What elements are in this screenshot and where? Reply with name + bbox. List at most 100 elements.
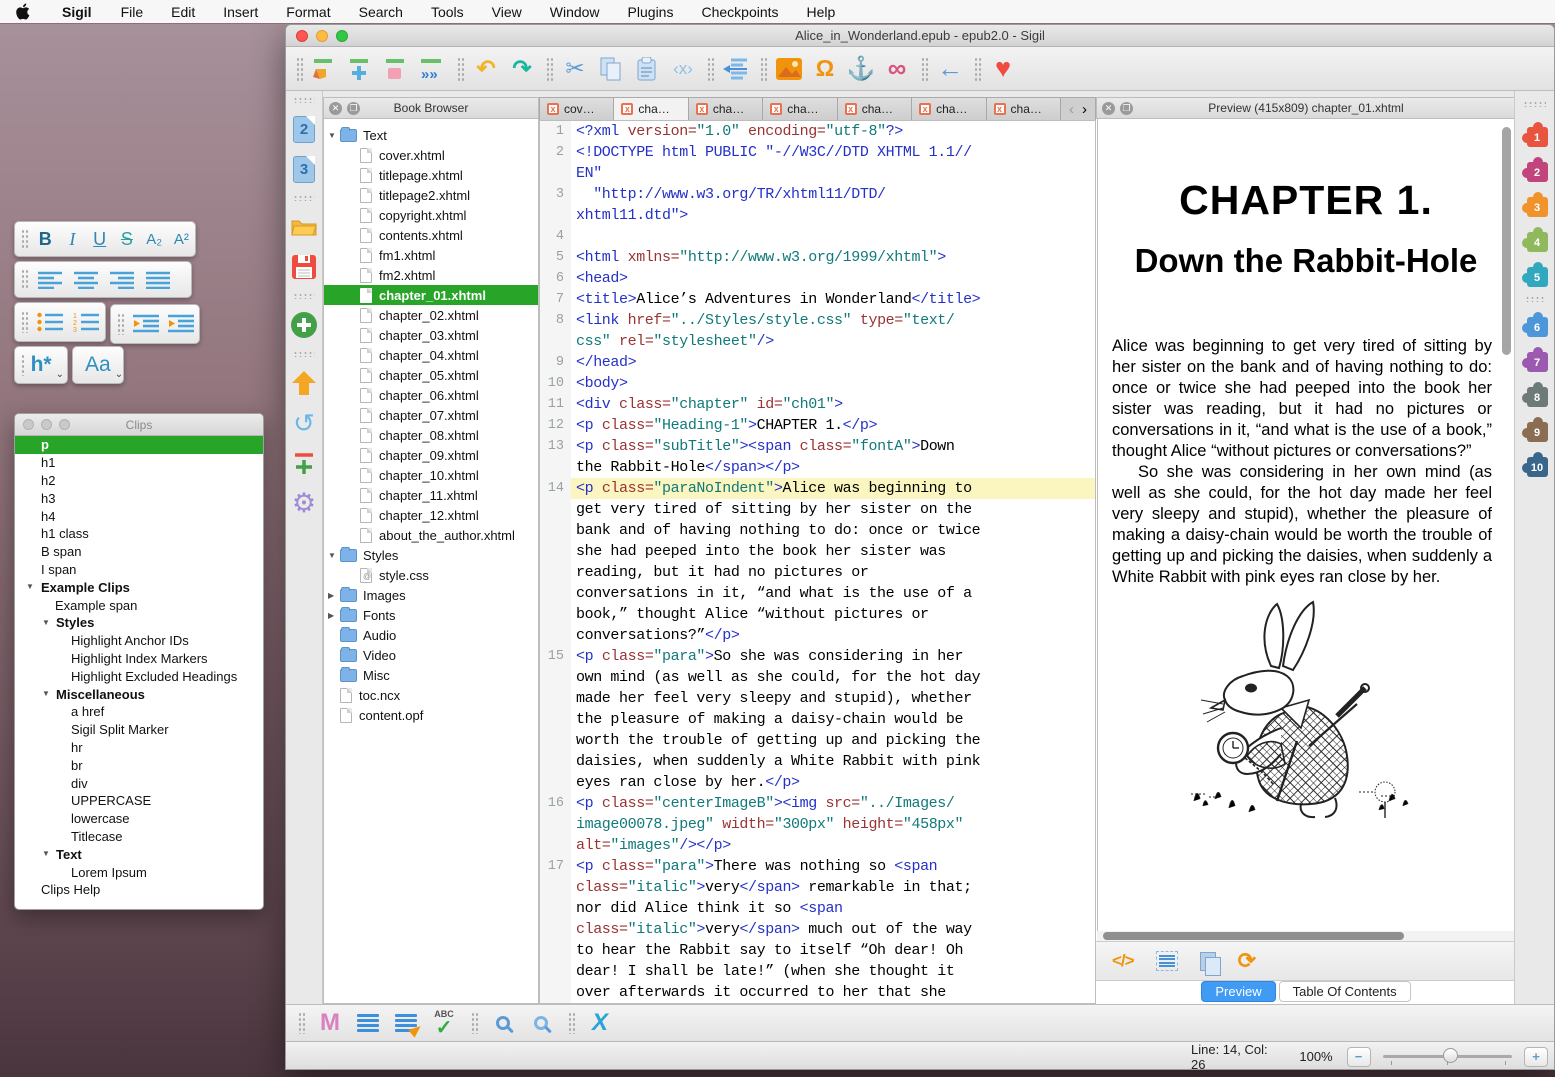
code-line[interactable]: the pleasure of making a daisy-chain wou… — [540, 709, 1095, 730]
drag-handle[interactable] — [298, 1012, 305, 1034]
book-browser-item[interactable]: copyright.xhtml — [324, 205, 538, 225]
book-browser-item[interactable]: fm1.xhtml — [324, 245, 538, 265]
code-line[interactable]: class="italic">very</span> much out of t… — [540, 919, 1095, 940]
code-line[interactable]: to hear the Rabbit say to itself “Oh dea… — [540, 940, 1095, 961]
drag-handle[interactable] — [293, 97, 315, 103]
numbered-list-button[interactable]: 123 — [68, 312, 104, 332]
clip-item[interactable]: h2 — [15, 472, 263, 490]
drag-handle[interactable] — [1525, 296, 1545, 302]
plugin-button-2[interactable]: 2 — [1520, 155, 1550, 183]
clip-item[interactable]: Lorem Ipsum — [15, 863, 263, 881]
drag-handle[interactable] — [293, 195, 315, 201]
preview-footer-tab[interactable]: Preview — [1201, 981, 1275, 1002]
code-line[interactable]: 9</head> — [540, 352, 1095, 373]
menu-file[interactable]: File — [107, 4, 158, 20]
code-line[interactable]: conversations in it, “and what is the us… — [540, 583, 1095, 604]
clip-item[interactable]: Highlight Index Markers — [15, 650, 263, 668]
code-line[interactable]: the Rabbit-Hole</span></p> — [540, 457, 1095, 478]
plugin-button-8[interactable]: 8 — [1520, 380, 1550, 408]
clip-item[interactable]: Titlecase — [15, 828, 263, 846]
back-icon[interactable]: ← — [932, 53, 968, 85]
code-line[interactable]: get very tired of sitting by her sister … — [540, 499, 1095, 520]
editor-tab[interactable]: xcha… — [689, 98, 763, 120]
validate-epub-icon[interactable]: X — [583, 1008, 617, 1038]
book-browser-item[interactable]: toc.ncx — [324, 685, 538, 705]
split-merge-icon[interactable] — [286, 443, 322, 483]
clip-item[interactable]: h1 class — [15, 525, 263, 543]
expand-arrow-icon[interactable]: ▼ — [26, 582, 34, 591]
plugin-button-9[interactable]: 9 — [1520, 415, 1550, 443]
clip-item[interactable]: h3 — [15, 489, 263, 507]
zoom-slider[interactable] — [1383, 1055, 1513, 1058]
book-browser-item[interactable]: Video — [324, 645, 538, 665]
book-browser-item[interactable]: about_the_author.xhtml — [324, 525, 538, 545]
drag-handle[interactable] — [21, 311, 28, 334]
clip-item[interactable]: ▼Example Clips — [15, 578, 263, 596]
clip-item[interactable]: lowercase — [15, 810, 263, 828]
expand-arrow-icon[interactable]: ▼ — [42, 618, 50, 627]
code-line[interactable]: 14<p class="paraNoIndent">Alice was begi… — [540, 478, 1095, 499]
code-line[interactable]: 2<!DOCTYPE html PUBLIC "-//W3C//DTD XHTM… — [540, 142, 1095, 163]
clip-item[interactable]: hr — [15, 739, 263, 757]
book-browser-item[interactable]: titlepage2.xhtml — [324, 185, 538, 205]
menu-window[interactable]: Window — [536, 4, 614, 20]
change-case-button[interactable]: Aa — [83, 353, 115, 377]
drag-handle[interactable] — [21, 354, 25, 376]
menu-edit[interactable]: Edit — [157, 4, 209, 20]
menu-search[interactable]: Search — [345, 4, 417, 20]
expand-arrow-icon[interactable]: ▶ — [328, 611, 334, 620]
book-browser-item[interactable]: chapter_03.xhtml — [324, 325, 538, 345]
special-character-icon[interactable]: Ω — [807, 53, 843, 85]
book-browser-item[interactable]: style.css — [324, 565, 538, 585]
book-browser-item[interactable]: chapter_04.xhtml — [324, 345, 538, 365]
book-browser-item[interactable]: contents.xhtml — [324, 225, 538, 245]
settings-gear-icon[interactable]: ⚙ — [286, 483, 322, 523]
book-browser-item[interactable]: Audio — [324, 625, 538, 645]
code-line[interactable]: nor did Alice think it so <span — [540, 898, 1095, 919]
menu-view[interactable]: View — [478, 4, 536, 20]
clip-item[interactable]: h1 — [15, 454, 263, 472]
code-line[interactable]: bank and of having nothing to do: once o… — [540, 520, 1095, 541]
cut-icon[interactable]: ✂ — [557, 53, 593, 85]
subscript-button[interactable]: A₂ — [141, 231, 168, 248]
find-icon[interactable] — [486, 1008, 520, 1038]
align-justify-button[interactable] — [140, 271, 176, 289]
plugin-button-6[interactable]: 6 — [1520, 310, 1550, 338]
open-button[interactable] — [286, 207, 322, 247]
italic-button[interactable]: I — [59, 229, 86, 250]
copy-icon[interactable] — [1200, 952, 1216, 971]
plugin-button-7[interactable]: 7 — [1520, 345, 1550, 373]
editor-tab[interactable]: xcha… — [763, 98, 837, 120]
clip-item[interactable]: B span — [15, 543, 263, 561]
book-browser-item[interactable]: cover.xhtml — [324, 145, 538, 165]
plugin-button-3[interactable]: 3 — [1520, 190, 1550, 218]
copy-icon[interactable] — [593, 53, 629, 85]
spellcheck-icon[interactable]: ABC✓ — [427, 1008, 461, 1038]
clip-item[interactable]: p — [15, 436, 263, 454]
book-browser-item[interactable]: chapter_05.xhtml — [324, 365, 538, 385]
app-menu[interactable]: Sigil — [47, 4, 107, 20]
align-right-button[interactable] — [104, 271, 140, 289]
clips-titlebar[interactable]: Clips — [15, 414, 263, 436]
book-browser-item[interactable]: ▶Fonts — [324, 605, 538, 625]
drag-handle[interactable] — [21, 229, 28, 249]
book-browser-item[interactable]: content.opf — [324, 705, 538, 725]
editor-tab[interactable]: xcha… — [838, 98, 912, 120]
code-line[interactable]: 4 — [540, 226, 1095, 247]
book-browser-item[interactable]: chapter_07.xhtml — [324, 405, 538, 425]
new-epub3-button[interactable]: 3 — [286, 149, 322, 189]
menu-plugins[interactable]: Plugins — [614, 4, 688, 20]
code-view-icon[interactable]: ‹x› — [665, 53, 701, 85]
clip-item[interactable]: Highlight Anchor IDs — [15, 632, 263, 650]
anchor-icon[interactable]: ⚓ — [843, 53, 879, 85]
edit-toc-icon[interactable] — [389, 1008, 423, 1038]
code-line[interactable]: 15<p class="para">So she was considering… — [540, 646, 1095, 667]
expand-arrow-icon[interactable]: ▶ — [328, 591, 334, 600]
code-line[interactable]: 12<p class="Heading-1">CHAPTER 1.</p> — [540, 415, 1095, 436]
book-browser-item[interactable]: chapter_08.xhtml — [324, 425, 538, 445]
plugin-button-5[interactable]: 5 — [1520, 260, 1550, 288]
clip-item[interactable]: ▼Miscellaneous — [15, 685, 263, 703]
clip-item[interactable]: Clips Help — [15, 881, 263, 899]
redo-icon[interactable]: ↷ — [504, 53, 540, 85]
superscript-button[interactable]: A² — [168, 231, 195, 248]
